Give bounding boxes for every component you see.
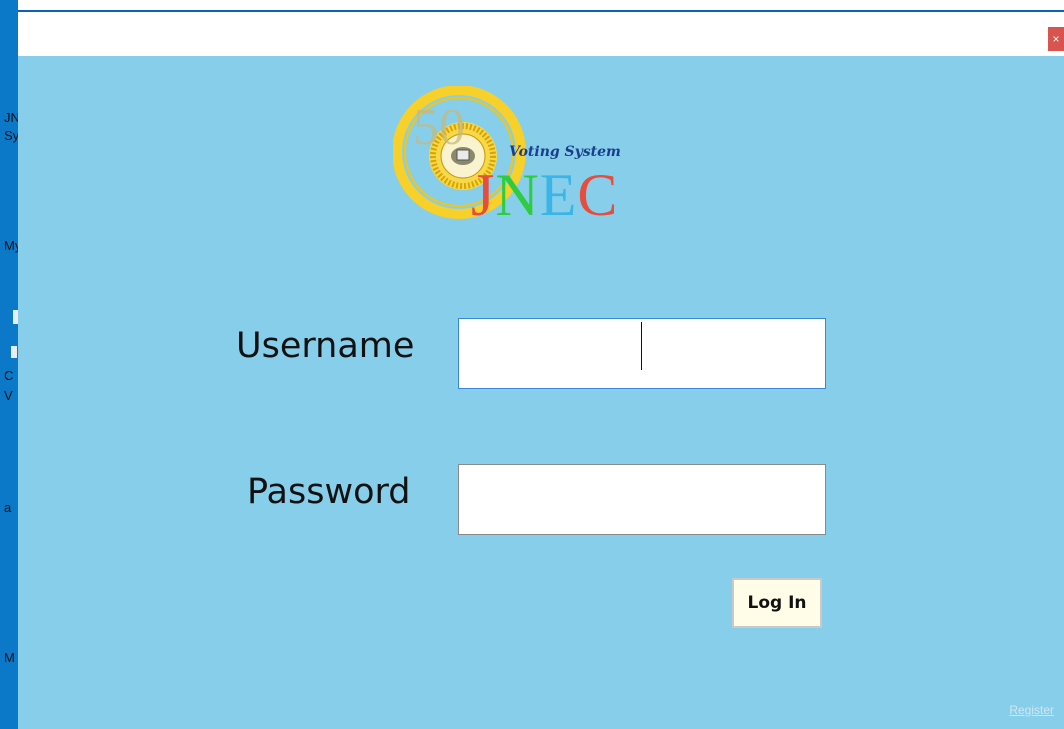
password-input[interactable] <box>458 464 826 535</box>
desktop-background: JN Sy My C V a M <box>0 0 18 729</box>
desktop-icon-label[interactable]: Sy <box>4 128 18 143</box>
username-input[interactable] <box>458 318 826 389</box>
text-cursor <box>641 322 642 370</box>
desktop-icon-label[interactable]: My <box>4 238 18 253</box>
title-bar[interactable] <box>18 12 1064 56</box>
register-link[interactable]: Register <box>1009 703 1054 717</box>
desktop-icon-label[interactable]: V <box>4 388 13 403</box>
logo-letter-n: N <box>495 162 540 228</box>
logo-letter-e: E <box>539 162 578 228</box>
login-form-window: 50 Voting System JNEC Username Password … <box>18 56 1064 729</box>
logo-tagline: Voting System <box>509 144 621 160</box>
jnec-logo: 50 Voting System JNEC <box>392 85 638 231</box>
desktop-icon-label[interactable]: C <box>4 368 13 383</box>
logo-letter-j: J <box>471 162 496 228</box>
desktop-icon-label[interactable]: M <box>4 650 15 665</box>
close-button[interactable]: × <box>1048 27 1064 51</box>
desktop-icon-label[interactable]: a <box>4 500 11 515</box>
desktop-icon-label[interactable]: JN <box>4 110 18 125</box>
password-label: Password <box>247 472 411 512</box>
desktop-file-icon[interactable] <box>11 346 17 358</box>
logo-brand-text: JNEC <box>471 164 618 226</box>
anniversary-numeral: 50 <box>413 99 465 156</box>
username-label: Username <box>236 326 415 366</box>
logo-letter-c: C <box>577 162 619 228</box>
login-button[interactable]: Log In <box>732 578 822 628</box>
